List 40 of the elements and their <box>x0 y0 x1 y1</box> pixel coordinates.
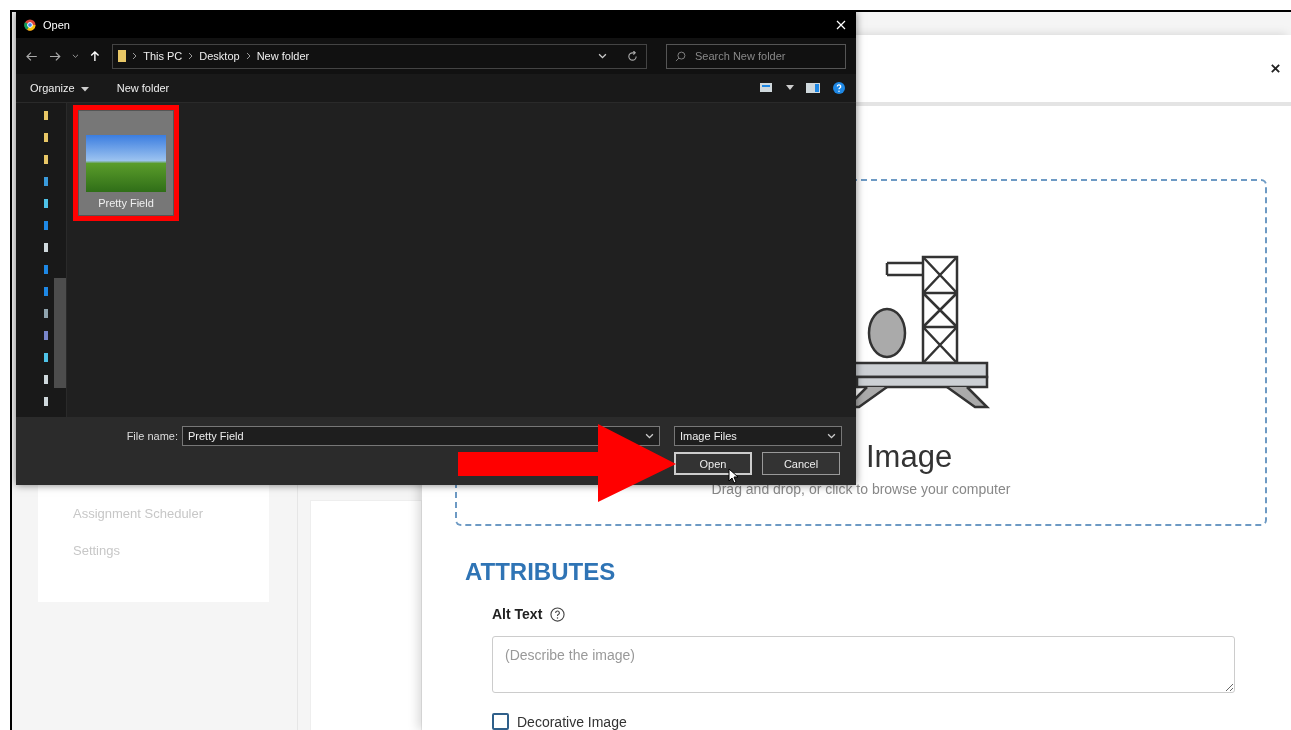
view-options-icon[interactable] <box>760 82 774 94</box>
cancel-button[interactable]: Cancel <box>762 452 840 475</box>
chevron-down-icon[interactable] <box>598 52 607 60</box>
chevron-down-icon[interactable] <box>827 432 836 440</box>
mouse-cursor-icon <box>728 468 738 484</box>
breadcrumb-item[interactable]: This PC <box>143 50 183 62</box>
alt-text-field[interactable]: (Describe the image) <box>492 636 1235 693</box>
checkbox-label[interactable]: Decorative Image <box>517 713 627 730</box>
breadcrumb-item[interactable]: Desktop <box>199 50 240 62</box>
open-button[interactable]: Open <box>674 452 752 475</box>
chevron-right-icon <box>188 52 194 60</box>
refresh-icon[interactable] <box>627 50 638 62</box>
dropzone-title: Image <box>866 439 954 475</box>
section-title: ATTRIBUTES <box>465 558 617 586</box>
file-type-dropdown[interactable]: Image Files <box>674 426 842 446</box>
help-icon[interactable] <box>550 606 566 622</box>
help-icon[interactable] <box>832 82 846 94</box>
search-field[interactable]: Search New folder <box>666 43 846 69</box>
field-label: File name: <box>126 430 178 442</box>
file-name-field[interactable]: Pretty Field <box>182 426 660 446</box>
field-label: Alt Text <box>492 606 543 622</box>
up-arrow-icon[interactable] <box>89 50 102 62</box>
folder-icon <box>118 50 127 62</box>
new-folder-button[interactable]: New folder <box>112 80 174 96</box>
back-arrow-icon[interactable] <box>26 50 38 62</box>
forward-arrow-icon[interactable] <box>48 50 61 62</box>
caret-icon <box>80 86 89 92</box>
checkbox[interactable] <box>492 713 509 730</box>
search-icon <box>675 50 686 62</box>
chevron-right-icon <box>245 52 251 60</box>
chevron-down-icon[interactable] <box>645 432 654 440</box>
window-title: Open <box>43 19 71 31</box>
address-bar[interactable]: This PC Desktop New folder <box>112 43 647 69</box>
organize-menu-button[interactable]: Organize <box>26 80 93 96</box>
file-tile[interactable]: Pretty Field <box>78 110 174 216</box>
breadcrumb-item[interactable]: New folder <box>256 50 310 62</box>
app-logo-icon <box>24 19 36 31</box>
preview-pane-icon[interactable] <box>806 82 820 94</box>
close-icon[interactable] <box>1270 63 1281 74</box>
chevron-right-icon <box>132 52 138 60</box>
